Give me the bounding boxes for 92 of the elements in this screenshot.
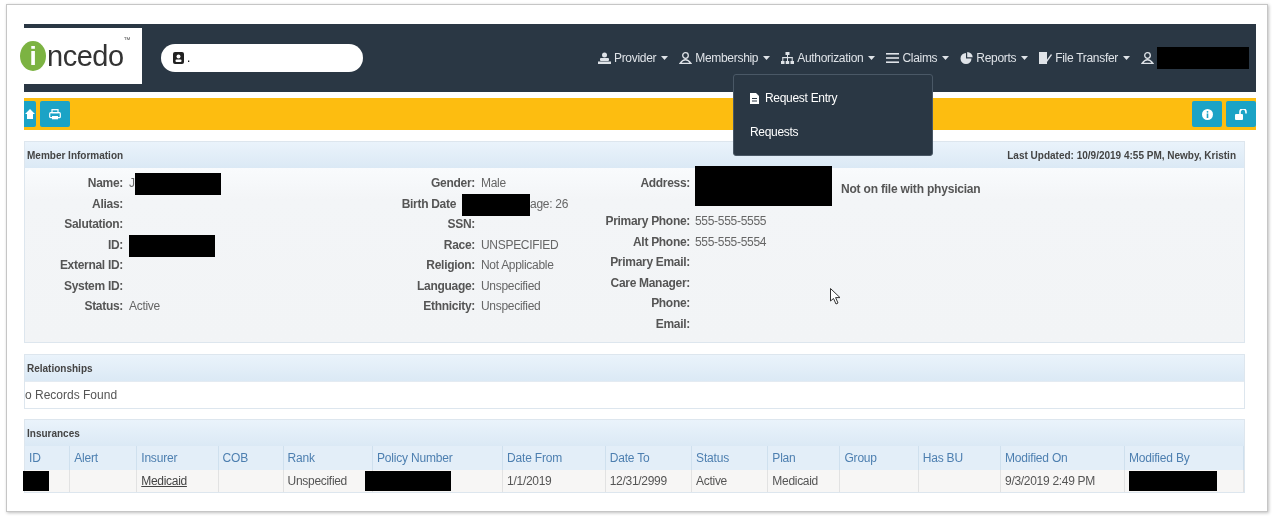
section-title: Relationships (27, 362, 93, 374)
field-value: age: 26 (530, 196, 568, 211)
nav-menu[interactable]: Provider (597, 51, 669, 65)
sitemap-icon (781, 52, 795, 64)
field-label: Ethnicity: (422, 299, 475, 313)
field-label: SSN: (446, 217, 475, 231)
nav-menu[interactable]: Claims (886, 51, 950, 65)
address-note: Not on file with physician (841, 182, 981, 196)
column-header[interactable]: Plan (767, 446, 840, 470)
field-label: External ID: (58, 258, 123, 272)
field-label: Primary Email: (609, 255, 690, 269)
table-cell: Medicaid (772, 474, 818, 488)
column-header[interactable]: Date From (502, 446, 606, 470)
field-label: Name: (86, 176, 123, 190)
field-label: Religion: (425, 258, 475, 272)
field-value: 555-555-5554 (695, 234, 767, 249)
field-value: Male (481, 176, 506, 190)
column-header[interactable]: Modified On (1000, 446, 1125, 470)
print-button[interactable] (40, 101, 70, 127)
section-title: Insurances (27, 427, 80, 439)
caret-icon (868, 56, 876, 60)
field-value: 555-555-5555 (695, 214, 767, 228)
field-label: Birth Date (400, 196, 457, 211)
toolbar-button[interactable] (24, 101, 36, 127)
nav-menu[interactable]: Membership (679, 51, 771, 65)
nav-menu[interactable]: Authorization (781, 51, 876, 65)
menu-item[interactable]: Requests (734, 115, 932, 149)
field-value: Not Applicable (481, 258, 554, 272)
document-icon (750, 92, 759, 104)
edit-icon (1039, 52, 1053, 64)
logo-text: ncedo (47, 39, 124, 73)
print-icon (49, 108, 61, 120)
info-icon (1201, 108, 1213, 120)
column-header[interactable]: Modified By (1124, 446, 1244, 470)
unlock-icon (1234, 108, 1248, 120)
section-title: Member Information (27, 149, 124, 161)
column-header[interactable]: Status (691, 446, 768, 470)
field-label: ID: (106, 237, 123, 252)
home-icon (25, 109, 35, 119)
field-label: Gender: (430, 176, 475, 190)
field-value: Unspecified (481, 299, 541, 313)
table-cell: Unspecified (287, 474, 347, 488)
table-cell: 12/31/2999 (609, 474, 667, 488)
user-icon (1141, 52, 1154, 64)
field-label: Care Manager: (609, 275, 690, 290)
nav-menu[interactable]: Reports (960, 51, 1029, 65)
field-label: Salutation: (63, 217, 123, 231)
column-header[interactable]: Policy Number (372, 446, 503, 470)
list-icon (886, 52, 900, 64)
column-header[interactable]: Alert (69, 446, 137, 470)
caret-icon (942, 56, 950, 60)
unlock-button[interactable] (1226, 101, 1256, 127)
field-value: UNSPECIFIED (481, 237, 559, 252)
field-label: Primary Phone: (604, 214, 690, 228)
field-label: Status: (83, 299, 123, 313)
field-label: Race: (442, 237, 475, 252)
nav-menu[interactable]: File Transfer (1039, 51, 1130, 65)
last-updated: Last Updated: 10/9/2019 4:55 PM, Newby, Kristin (1007, 149, 1236, 161)
column-header[interactable]: ID (25, 446, 70, 470)
field-value: Active (129, 299, 160, 313)
pie-icon (960, 52, 974, 64)
info-button[interactable] (1192, 101, 1222, 127)
cursor-icon (830, 288, 841, 305)
field-value: J (129, 176, 135, 190)
caret-icon (661, 56, 669, 60)
field-value: Unspecified (481, 278, 541, 293)
id-card-icon (173, 52, 184, 64)
column-header[interactable]: Rank (283, 446, 373, 470)
field-label: Language: (416, 278, 475, 293)
field-label: Alias: (91, 196, 123, 211)
logo-mark: i (20, 41, 46, 71)
field-label: System ID: (62, 278, 123, 293)
column-header[interactable]: COB (218, 446, 284, 470)
table-cell: 1/1/2019 (507, 474, 552, 488)
empty-message: o Records Found (25, 388, 118, 402)
table-cell: 9/3/2019 2:49 PM (1005, 474, 1095, 488)
field-label: Alt Phone: (632, 234, 690, 249)
field-label: Email: (654, 316, 690, 331)
caret-icon (1123, 56, 1130, 60)
column-header[interactable]: Insurer (136, 446, 219, 470)
field-label: Phone: (650, 296, 690, 310)
users-icon (597, 52, 611, 64)
column-header[interactable]: Has BU (918, 446, 1001, 470)
menu-item[interactable]: Request Entry (734, 81, 932, 115)
caret-icon (1021, 56, 1029, 60)
caret-icon (763, 56, 771, 60)
field-label: Address: (639, 176, 690, 190)
search-field[interactable]: . (161, 44, 363, 72)
user-icon (679, 52, 693, 64)
column-header[interactable]: Date To (605, 446, 692, 470)
table-cell: Active (696, 474, 727, 488)
column-header[interactable]: Group (839, 446, 919, 470)
